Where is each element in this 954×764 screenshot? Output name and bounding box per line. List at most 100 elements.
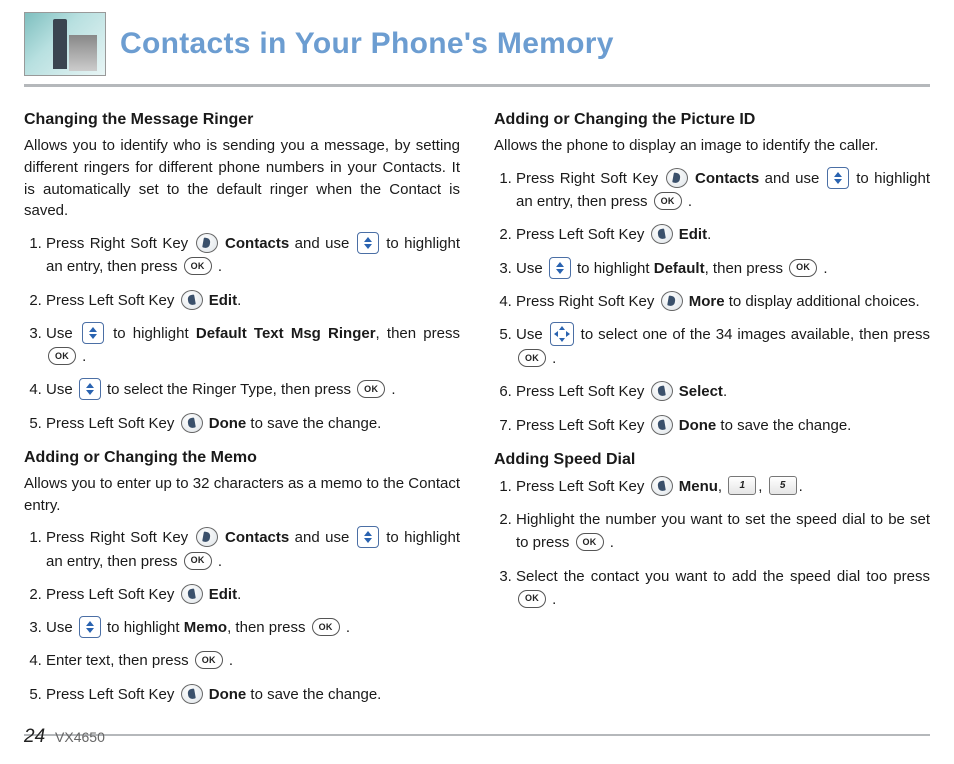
step-text: .	[346, 619, 350, 636]
step-text: to highlight	[107, 619, 184, 636]
ok-key-icon: OK	[789, 259, 817, 277]
page-footer: 24 VX4650	[24, 726, 105, 748]
ok-key-icon: OK	[654, 192, 682, 210]
step-text: .	[823, 260, 827, 277]
body-columns: Changing the Message Ringer Allows you t…	[24, 103, 930, 720]
nav-updown-icon	[549, 257, 571, 279]
ok-key-icon: OK	[357, 380, 385, 398]
step-text: .	[799, 478, 803, 495]
nav-updown-icon	[82, 322, 104, 344]
step-item: Highlight the number you want to set the…	[516, 508, 930, 555]
nav-updown-icon	[357, 526, 379, 548]
ok-key-icon: OK	[576, 533, 604, 551]
ok-key-icon: OK	[184, 257, 212, 275]
step-text: Press Left Soft Key	[516, 478, 649, 495]
step-text: Press Left Soft Key	[516, 417, 649, 434]
step-text: Press Left Soft Key	[46, 586, 179, 603]
step-text: and use	[295, 529, 355, 546]
step-text: to save the change.	[720, 417, 851, 434]
step-bold: Default Text Msg Ringer	[196, 325, 376, 342]
right-softkey-icon	[661, 291, 683, 311]
section-intro: Allows you to enter up to 32 characters …	[24, 473, 460, 517]
step-item: Use to highlight Default, then press OK …	[516, 257, 930, 280]
step-bold: Contacts	[225, 529, 289, 546]
step-item: Press Right Soft Key Contacts and use to…	[46, 526, 460, 573]
step-text: .	[552, 350, 556, 367]
steps-list: Press Left Soft Key Menu, 1, 5. Highligh…	[494, 475, 930, 611]
step-text: Use	[516, 260, 547, 277]
step-text: .	[688, 193, 692, 210]
step-text: .	[391, 381, 395, 398]
keypad-1-icon: 1	[728, 476, 756, 495]
step-item: Use to select one of the 34 images avail…	[516, 323, 930, 370]
section-title: Adding or Changing the Picture ID	[494, 111, 930, 129]
step-text: .	[82, 348, 86, 365]
keypad-5-icon: 5	[769, 476, 797, 495]
step-text: ,	[758, 478, 766, 495]
step-item: Press Left Soft Key Edit.	[46, 583, 460, 606]
nav-dpad-icon	[550, 322, 574, 346]
step-text: to save the change.	[250, 686, 381, 703]
step-text: and use	[765, 170, 825, 187]
nav-updown-icon	[357, 232, 379, 254]
step-text: Press Left Soft Key	[516, 226, 649, 243]
page-title: Contacts in Your Phone's Memory	[120, 27, 614, 61]
step-text: Press Left Soft Key	[46, 686, 179, 703]
step-text: Press Right Soft Key	[516, 293, 659, 310]
step-item: Enter text, then press OK .	[46, 649, 460, 672]
step-text: .	[229, 652, 233, 669]
step-bold: Contacts	[695, 170, 759, 187]
step-item: Press Left Soft Key Menu, 1, 5.	[516, 475, 930, 498]
page-number: 24	[24, 726, 45, 747]
step-text: Press Left Soft Key	[46, 292, 179, 309]
step-item: Select the contact you want to add the s…	[516, 565, 930, 612]
right-softkey-icon	[196, 527, 218, 547]
ok-key-icon: OK	[48, 347, 76, 365]
step-text: .	[237, 292, 241, 309]
header-thumbnail	[24, 12, 106, 76]
step-bold: Edit	[679, 226, 707, 243]
step-text: .	[723, 383, 727, 400]
ok-key-icon: OK	[184, 552, 212, 570]
step-item: Use to highlight Memo, then press OK .	[46, 616, 460, 639]
left-softkey-icon	[181, 584, 203, 604]
left-softkey-icon	[651, 224, 673, 244]
step-text: Use	[46, 381, 77, 398]
steps-list: Press Right Soft Key Contacts and use to…	[24, 232, 460, 435]
step-item: Press Left Soft Key Select.	[516, 380, 930, 403]
step-item: Press Left Soft Key Edit.	[46, 289, 460, 312]
step-text: ,	[718, 478, 726, 495]
section-title: Adding Speed Dial	[494, 451, 930, 469]
step-item: Press Left Soft Key Done to save the cha…	[46, 683, 460, 706]
step-item: Press Right Soft Key Contacts and use to…	[516, 167, 930, 214]
step-text: Enter text, then press	[46, 652, 193, 669]
step-text: .	[707, 226, 711, 243]
step-bold: Done	[679, 417, 717, 434]
step-text: .	[610, 534, 614, 551]
step-text: , then press	[705, 260, 788, 277]
left-softkey-icon	[181, 684, 203, 704]
left-column: Changing the Message Ringer Allows you t…	[24, 103, 460, 720]
step-item: Use to highlight Default Text Msg Ringer…	[46, 322, 460, 369]
header: Contacts in Your Phone's Memory	[24, 12, 930, 76]
step-text: , then press	[376, 325, 460, 342]
step-text: and use	[295, 235, 355, 252]
right-softkey-icon	[196, 233, 218, 253]
step-bold: Edit	[209, 586, 237, 603]
step-item: Press Right Soft Key Contacts and use to…	[46, 232, 460, 279]
step-text: .	[237, 586, 241, 603]
step-text: Press Right Soft Key	[46, 235, 194, 252]
section-title: Adding or Changing the Memo	[24, 449, 460, 467]
step-item: Press Left Soft Key Done to save the cha…	[516, 414, 930, 437]
left-softkey-icon	[651, 476, 673, 496]
step-text: , then press	[227, 619, 310, 636]
step-item: Press Left Soft Key Edit.	[516, 223, 930, 246]
nav-updown-icon	[79, 616, 101, 638]
step-text: to highlight	[577, 260, 654, 277]
step-text: to highlight	[113, 325, 196, 342]
step-item: Use to select the Ringer Type, then pres…	[46, 378, 460, 401]
step-text: Press Left Soft Key	[516, 383, 649, 400]
step-item: Press Right Soft Key More to display add…	[516, 290, 930, 313]
right-softkey-icon	[666, 168, 688, 188]
right-column: Adding or Changing the Picture ID Allows…	[494, 103, 930, 720]
